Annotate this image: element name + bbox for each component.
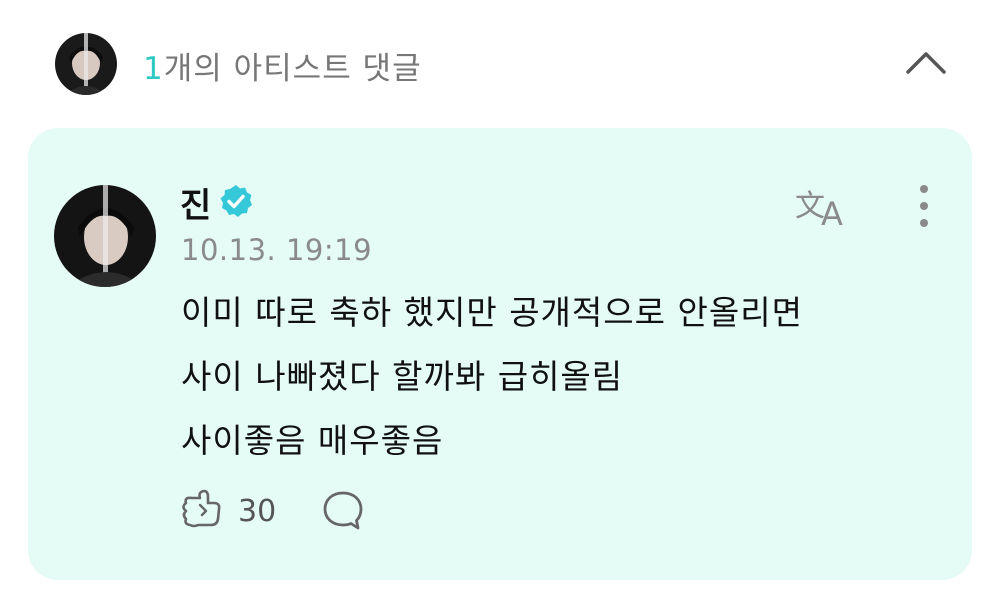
svg-text:A: A bbox=[821, 195, 843, 229]
author-name[interactable]: 진 bbox=[180, 178, 211, 227]
verified-badge-icon bbox=[218, 183, 254, 219]
like-count: 30 bbox=[238, 493, 277, 529]
reply-button[interactable] bbox=[320, 488, 366, 534]
like-icon bbox=[182, 489, 221, 528]
comment-body: 이미 따로 축하 했지만 공개적으로 안올리면 사이 나빠졌다 할까봐 급히올림… bbox=[181, 281, 901, 473]
collapse-button[interactable] bbox=[898, 40, 954, 84]
more-options-button[interactable] bbox=[906, 180, 942, 232]
artist-comment-header: 1개의 아티스트 댓글 bbox=[0, 0, 1000, 128]
artist-avatar[interactable] bbox=[55, 33, 117, 95]
chevron-up-icon bbox=[906, 52, 946, 74]
header-title-text: 개의 아티스트 댓글 bbox=[163, 51, 422, 87]
comment-line: 이미 따로 축하 했지만 공개적으로 안올리면 bbox=[181, 293, 803, 332]
comment-count: 1 bbox=[143, 51, 164, 87]
reply-icon bbox=[323, 491, 363, 530]
artist-comment-count-label: 1개의 아티스트 댓글 bbox=[143, 43, 422, 88]
comment-line: 사이좋음 매우좋음 bbox=[181, 421, 444, 460]
comment-page: 1개의 아티스트 댓글 진 10.13. 19:19 文 A 이미 따로 축하 … bbox=[0, 0, 1000, 616]
comment-timestamp: 10.13. 19:19 bbox=[181, 233, 373, 267]
like-button[interactable]: 30 bbox=[178, 486, 276, 536]
translate-icon: 文 A bbox=[795, 189, 843, 233]
more-vertical-icon bbox=[920, 185, 928, 227]
author-avatar[interactable] bbox=[54, 185, 156, 287]
translate-button[interactable]: 文 A bbox=[795, 183, 857, 233]
comment-line: 사이 나빠졌다 할까봐 급히올림 bbox=[181, 357, 624, 396]
